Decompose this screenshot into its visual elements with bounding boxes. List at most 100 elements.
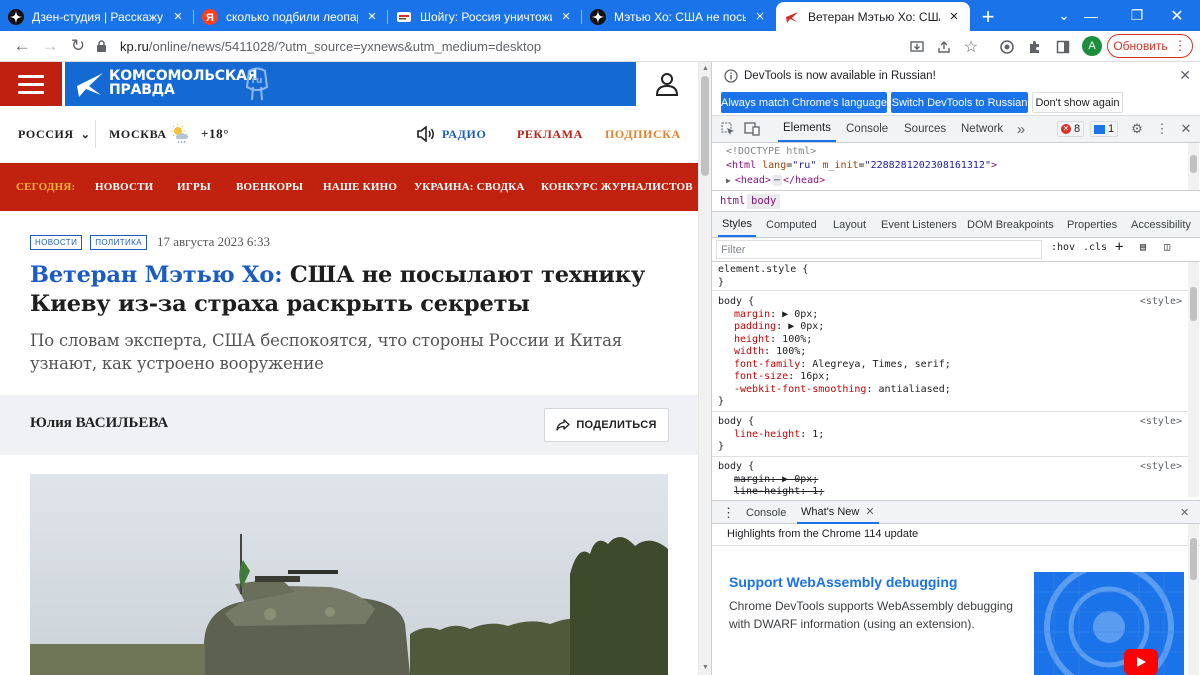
new-rule-icon[interactable]: + bbox=[1115, 239, 1123, 255]
tab-sources[interactable]: Sources bbox=[904, 116, 946, 142]
radio-link[interactable]: РАДИО bbox=[416, 112, 486, 156]
styles-filter-bar: Filter :hov .cls + ▤ ◫ bbox=[712, 238, 1200, 262]
author-name[interactable]: Юлия ВАСИЛЬЕВА bbox=[30, 415, 168, 432]
close-icon[interactable]: ✕ bbox=[1179, 67, 1191, 84]
install-app-icon[interactable] bbox=[904, 34, 930, 60]
minimize-button[interactable]: — bbox=[1068, 0, 1114, 31]
device-toolbar-icon[interactable] bbox=[743, 120, 761, 138]
styles-scrollbar[interactable] bbox=[1188, 262, 1199, 497]
side-panel-icon[interactable] bbox=[1050, 34, 1076, 60]
message-count-badge[interactable]: 1 bbox=[1090, 121, 1119, 137]
browser-tab-3[interactable]: Шойгу: Россия уничтожила × bbox=[388, 2, 582, 31]
extension-translate-icon[interactable] bbox=[994, 34, 1020, 60]
back-button[interactable]: ← bbox=[8, 32, 36, 60]
toggle-sidebar-icon[interactable]: ◫ bbox=[1164, 242, 1170, 253]
nav-item-war-reporters[interactable]: ВОЕНКОРЫ bbox=[236, 163, 303, 211]
share-button[interactable]: ПОДЕЛИТЬСЯ bbox=[544, 408, 669, 442]
user-icon[interactable] bbox=[654, 71, 680, 97]
tag-politics[interactable]: ПОЛИТИКА bbox=[90, 234, 147, 250]
ads-link[interactable]: РЕКЛАМА bbox=[517, 112, 583, 156]
rule-element-style[interactable]: element.style { } bbox=[712, 262, 1188, 291]
tab-console[interactable]: Console bbox=[846, 116, 888, 142]
nav-item-journalist-contest[interactable]: КОНКУРС ЖУРНАЛИСТОВ bbox=[541, 163, 693, 211]
tab-properties[interactable]: Properties bbox=[1067, 212, 1117, 237]
browser-tab-4[interactable]: Мэтью Хо: США не посыла × bbox=[582, 2, 776, 31]
browser-tab-2[interactable]: Я сколько подбили леопардо × bbox=[194, 2, 388, 31]
reload-button[interactable]: ↻ bbox=[64, 32, 92, 60]
close-icon[interactable]: × bbox=[170, 8, 186, 25]
article-photo[interactable] bbox=[30, 474, 668, 675]
bookmark-star-icon[interactable]: ☆ bbox=[958, 34, 984, 60]
nav-item-our-cinema[interactable]: НАШЕ КИНО bbox=[323, 163, 397, 211]
inspect-element-icon[interactable] bbox=[719, 120, 737, 138]
tab-styles[interactable]: Styles bbox=[718, 212, 756, 237]
lock-icon[interactable] bbox=[96, 40, 110, 53]
site-logo-bar[interactable]: КОМСОМОЛЬСКАЯ ПРАВДА ru bbox=[65, 62, 684, 106]
dom-doctype[interactable]: <!DOCTYPE html> bbox=[726, 145, 816, 159]
hover-state-toggle[interactable]: :hov bbox=[1051, 242, 1075, 253]
close-drawer-icon[interactable]: ✕ bbox=[1180, 501, 1189, 524]
switch-to-russian-button[interactable]: Switch DevTools to Russian bbox=[891, 92, 1028, 113]
update-chrome-button[interactable]: Обновить ⋮ bbox=[1107, 34, 1193, 58]
page-scrollbar-thumb[interactable] bbox=[701, 76, 709, 176]
crumb-html[interactable]: html bbox=[716, 194, 749, 209]
drawer-tab-whats-new[interactable]: What's New ✕ bbox=[797, 501, 879, 524]
dom-html-node[interactable]: <html lang="ru" m_init="2288281202308161… bbox=[726, 159, 997, 173]
url-path: /online/news/5411028/?utm_source=yxnews&… bbox=[148, 39, 542, 54]
dont-show-again-button[interactable]: Don't show again bbox=[1032, 92, 1123, 113]
more-tabs-icon[interactable]: » bbox=[1012, 120, 1030, 138]
message-icon bbox=[1094, 124, 1105, 134]
tab-layout[interactable]: Layout bbox=[833, 212, 866, 237]
whats-new-title[interactable]: Support WebAssembly debugging bbox=[729, 574, 957, 590]
more-options-icon[interactable]: ⋮ bbox=[1153, 120, 1171, 138]
nav-item-ukraine-summary[interactable]: УКРАИНА: СВОДКА bbox=[414, 163, 525, 211]
tab-accessibility[interactable]: Accessibility bbox=[1131, 212, 1191, 237]
close-icon[interactable]: × bbox=[364, 8, 380, 25]
tab-event-listeners[interactable]: Event Listeners bbox=[881, 212, 957, 237]
dom-tree-scrollbar[interactable] bbox=[1188, 143, 1199, 190]
close-devtools-icon[interactable]: ✕ bbox=[1177, 120, 1195, 138]
new-tab-button[interactable]: + bbox=[970, 2, 1006, 31]
nav-item-games[interactable]: ИГРЫ bbox=[177, 163, 211, 211]
forward-button[interactable]: → bbox=[36, 32, 64, 60]
extensions-puzzle-icon[interactable] bbox=[1022, 34, 1048, 60]
close-window-button[interactable]: ✕ bbox=[1154, 0, 1200, 31]
tab-elements[interactable]: Elements bbox=[778, 116, 836, 142]
settings-gear-icon[interactable]: ⚙ bbox=[1128, 120, 1146, 138]
menu-button[interactable] bbox=[0, 62, 62, 106]
nav-item-news[interactable]: НОВОСТИ bbox=[95, 163, 153, 211]
crumb-body[interactable]: body bbox=[747, 194, 781, 209]
city-label[interactable]: МОСКВА bbox=[109, 112, 167, 156]
rule-body-1[interactable]: body { <style> margin: ▶ 0px; padding: ▶… bbox=[712, 291, 1188, 412]
rule-body-2[interactable]: body { <style> line-height: 1; } bbox=[712, 412, 1188, 457]
page-scrollbar[interactable]: ▲ ▼ bbox=[698, 62, 711, 675]
profile-avatar[interactable]: A bbox=[1082, 36, 1102, 56]
browser-tab-1[interactable]: Дзен-студия | Расскажу: чег × bbox=[0, 2, 194, 31]
paint-icon[interactable]: ▤ bbox=[1140, 242, 1146, 253]
rule-body-3[interactable]: body { <style> margin: ▶ 0px; line-heigh… bbox=[712, 457, 1188, 497]
drawer-tab-console[interactable]: Console bbox=[746, 501, 786, 524]
dom-head-node[interactable]: ▶ <head> ⋯ </head> bbox=[726, 174, 825, 188]
region-select[interactable]: РОССИЯ ⌄ bbox=[18, 112, 91, 156]
whats-new-video-thumbnail[interactable] bbox=[1034, 572, 1184, 675]
share-icon[interactable] bbox=[931, 34, 957, 60]
tag-news[interactable]: НОВОСТИ bbox=[30, 234, 83, 250]
rule-source-link[interactable]: <style> bbox=[1140, 296, 1182, 307]
close-icon[interactable]: × bbox=[752, 8, 768, 25]
whats-new-scrollbar[interactable] bbox=[1188, 524, 1199, 675]
error-count-badge[interactable]: ✕ 8 bbox=[1057, 121, 1085, 137]
tab-computed[interactable]: Computed bbox=[766, 212, 817, 237]
drawer-menu-icon[interactable]: ⋮ bbox=[722, 501, 735, 524]
browser-tab-active[interactable]: Ветеран Мэтью Хо: США не × bbox=[776, 2, 970, 31]
close-icon[interactable]: × bbox=[946, 8, 962, 25]
class-toggle[interactable]: .cls bbox=[1083, 242, 1107, 253]
tab-dom-breakpoints[interactable]: DOM Breakpoints bbox=[967, 212, 1054, 237]
chevron-down-icon: ⌄ bbox=[80, 128, 91, 141]
address-bar[interactable]: kp.ru /online/news/5411028/?utm_source=y… bbox=[96, 34, 896, 59]
tab-network[interactable]: Network bbox=[961, 116, 1003, 142]
match-language-button[interactable]: Always match Chrome's language bbox=[721, 92, 887, 113]
styles-filter-input[interactable]: Filter bbox=[716, 240, 1042, 259]
youtube-play-icon[interactable] bbox=[1124, 649, 1158, 675]
subscribe-link[interactable]: ПОДПИСКА bbox=[605, 112, 681, 156]
close-icon[interactable]: × bbox=[558, 8, 574, 25]
